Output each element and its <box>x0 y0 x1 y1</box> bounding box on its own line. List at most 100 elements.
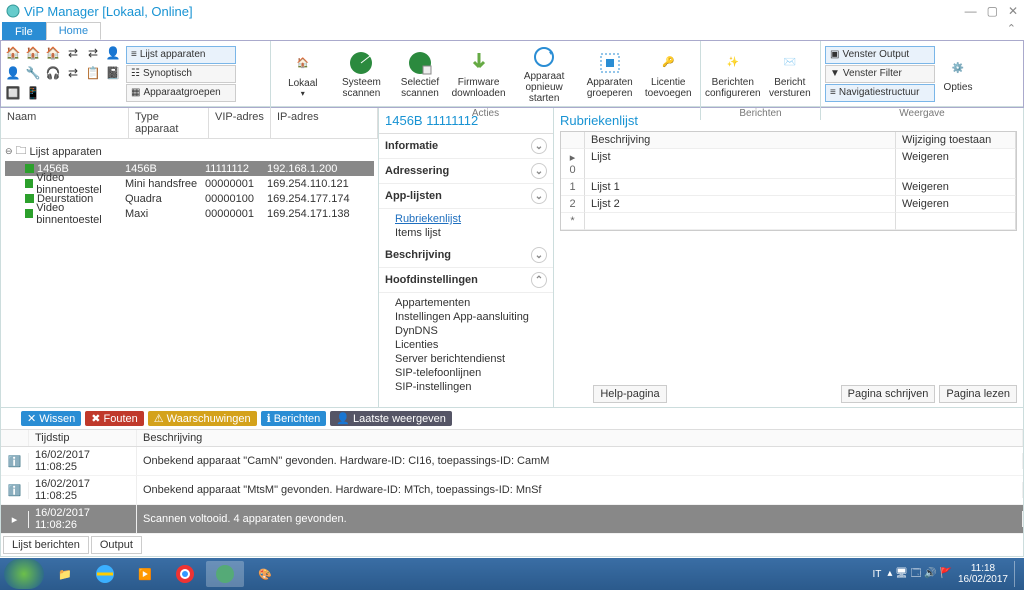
send-message-button[interactable]: ✉️Bericht versturen <box>764 49 816 99</box>
gear-icon: ⚙️ <box>943 54 973 82</box>
settings-item[interactable]: Appartementen <box>385 296 547 310</box>
tab-file[interactable]: File <box>2 22 46 40</box>
help-page-button[interactable]: Help-pagina <box>593 385 666 403</box>
nav-structure-toggle[interactable]: ≡Navigatiestructuur <box>825 84 935 102</box>
local-button[interactable]: 🏠Lokaal▾ <box>275 50 331 98</box>
link-items-lijst[interactable]: Items lijst <box>385 226 547 240</box>
device-groups-button[interactable]: ▦Apparaatgroepen <box>126 84 236 102</box>
system-scan-button[interactable]: Systeem scannen <box>334 49 390 99</box>
info-icon: ℹ️ <box>8 485 22 497</box>
tray-icons[interactable]: ▴ 🖥 🗔 🔊 🚩 <box>887 566 952 583</box>
section-addressing[interactable]: Adressering⌄ <box>379 159 553 184</box>
device-icon[interactable]: 📱 <box>25 85 41 101</box>
col-name[interactable]: Naam <box>1 108 129 138</box>
settings-item[interactable]: Server berichtendienst <box>385 352 547 366</box>
device-icon[interactable]: 🔲 <box>5 85 21 101</box>
settings-item[interactable]: DynDNS <box>385 324 547 338</box>
section-description[interactable]: Beschrijving⌄ <box>379 243 553 268</box>
settings-item[interactable]: Licenties <box>385 338 547 352</box>
rubriek-row[interactable]: * <box>561 213 1016 230</box>
tree-icon: ≡ <box>830 87 836 98</box>
log-tab-warnings[interactable]: ⚠Waarschuwingen <box>148 411 257 426</box>
rubrieken-panel: Rubriekenlijst Beschrijving Wijziging to… <box>554 108 1023 407</box>
footer-tab-list-messages[interactable]: Lijst berichten <box>3 536 89 554</box>
log-row[interactable]: ℹ️16/02/2017 11:08:25Onbekend apparaat "… <box>1 447 1023 476</box>
settings-item[interactable]: SIP-instellingen <box>385 380 547 394</box>
group-devices-button[interactable]: Apparaten groeperen <box>582 49 638 99</box>
device-icon[interactable]: ⇄ <box>65 45 81 61</box>
log-row[interactable]: ℹ️16/02/2017 11:08:25Onbekend apparaat "… <box>1 476 1023 505</box>
taskbar-explorer[interactable]: 📁 <box>46 561 84 587</box>
options-button[interactable]: ⚙️Opties <box>938 54 978 93</box>
log-tab-latest[interactable]: 👤Laatste weergeven <box>330 411 452 426</box>
taskbar-media[interactable]: ▶️ <box>126 561 164 587</box>
system-clock[interactable]: 11:18 16/02/2017 <box>958 563 1008 585</box>
start-button[interactable] <box>4 559 44 589</box>
device-icon[interactable]: 👤 <box>105 45 121 61</box>
section-information[interactable]: Informatie⌄ <box>379 134 553 159</box>
section-app-lists[interactable]: App-lijsten⌄ <box>379 184 553 209</box>
device-icon[interactable]: 🎧 <box>45 65 61 81</box>
selective-scan-button[interactable]: Selectief scannen <box>392 49 448 99</box>
list-devices-button[interactable]: ≡Lijst apparaten <box>126 46 236 64</box>
firmware-download-button[interactable]: Firmware downloaden <box>451 49 507 99</box>
taskbar-chrome[interactable] <box>166 561 204 587</box>
taskbar-ie[interactable] <box>86 561 124 587</box>
tree-root[interactable]: ⊖ 🗀 Lijst apparaten <box>5 142 374 161</box>
device-icon[interactable]: 🏠 <box>25 45 41 61</box>
taskbar-vipmanager[interactable] <box>206 561 244 587</box>
status-icon <box>25 179 33 188</box>
taskbar-paint[interactable]: 🎨 <box>246 561 284 587</box>
wand-icon: ✨ <box>718 49 748 77</box>
output-window-toggle[interactable]: ▣Venster Output <box>825 46 935 64</box>
user-icon: 👤 <box>336 412 350 425</box>
device-icon[interactable]: ⇄ <box>85 45 101 61</box>
add-license-button[interactable]: 🔑Licentie toevoegen <box>640 49 696 99</box>
show-desktop-button[interactable] <box>1014 561 1020 587</box>
info-icon: ℹ <box>267 412 271 425</box>
configure-messages-button[interactable]: ✨Berichten configureren <box>705 49 761 99</box>
log-tab-errors[interactable]: ✖Fouten <box>85 411 143 426</box>
ribbon-collapse-icon[interactable]: ⌃ <box>1007 22 1016 35</box>
log-tab-messages[interactable]: ℹBerichten <box>261 411 327 426</box>
settings-item[interactable]: SIP-telefoonlijnen <box>385 366 547 380</box>
write-page-button[interactable]: Pagina schrijven <box>841 385 936 403</box>
col-wijziging[interactable]: Wijziging toestaan <box>896 132 1016 149</box>
log-col-desc[interactable]: Beschrijving <box>137 430 1023 446</box>
tree-row[interactable]: Video binnentoestelMini handsfree0000000… <box>5 176 374 191</box>
language-indicator[interactable]: IT <box>872 569 881 580</box>
device-icon[interactable]: ⇄ <box>65 65 81 81</box>
col-type[interactable]: Type apparaat <box>129 108 209 138</box>
rubriek-row[interactable]: 2Lijst 2Weigeren <box>561 196 1016 213</box>
device-icon[interactable]: 📓 <box>105 65 121 81</box>
device-icon[interactable]: 🔧 <box>25 65 41 81</box>
device-icon[interactable]: 👤 <box>5 65 21 81</box>
device-icon[interactable]: 📋 <box>85 65 101 81</box>
col-vip[interactable]: VIP-adres <box>209 108 271 138</box>
read-page-button[interactable]: Pagina lezen <box>939 385 1017 403</box>
device-icon[interactable]: 🏠 <box>45 45 61 61</box>
restart-device-button[interactable]: Apparaat opnieuw starten <box>509 43 578 104</box>
col-ip[interactable]: IP-adres <box>271 108 378 138</box>
col-beschrijving[interactable]: Beschrijving <box>585 132 896 149</box>
tree-row[interactable]: Video binnentoestelMaxi00000001169.254.1… <box>5 206 374 221</box>
log-tab-clear[interactable]: ✕Wissen <box>21 411 81 426</box>
minimize-button[interactable]: — <box>965 4 977 18</box>
rubriek-row[interactable]: ▸ 0LijstWeigeren <box>561 149 1016 179</box>
rubriek-row[interactable]: 1Lijst 1Weigeren <box>561 179 1016 196</box>
section-main-settings[interactable]: Hoofdinstellingen⌃ <box>379 268 553 293</box>
maximize-button[interactable]: ▢ <box>987 4 998 18</box>
synoptic-button[interactable]: ☷Synoptisch <box>126 65 236 83</box>
tab-home[interactable]: Home <box>46 22 101 40</box>
log-col-time[interactable]: Tijdstip <box>29 430 137 446</box>
close-button[interactable]: ✕ <box>1008 4 1018 18</box>
device-icon[interactable]: 🏠 <box>5 45 21 61</box>
key-icon: 🔑 <box>653 49 683 77</box>
footer-tab-output[interactable]: Output <box>91 536 142 554</box>
info-icon: ℹ️ <box>8 456 22 468</box>
link-rubriekenlijst[interactable]: Rubriekenlijst <box>385 212 547 226</box>
filter-window-toggle[interactable]: ▼Venster Filter <box>825 65 935 83</box>
log-row[interactable]: ▸16/02/2017 11:08:26Scannen voltooid. 4 … <box>1 505 1023 534</box>
collapse-icon[interactable]: ⊖ <box>5 146 13 157</box>
settings-item[interactable]: Instellingen App-aansluiting <box>385 310 547 324</box>
